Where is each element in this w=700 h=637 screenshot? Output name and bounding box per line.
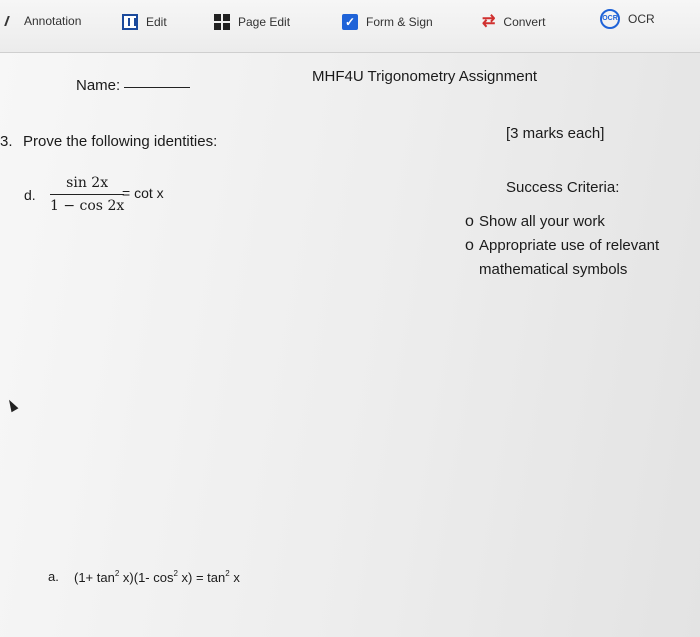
document-page: Name: MHF4U Trigonometry Assignment 3. P… <box>0 53 700 637</box>
criteria-item-3: mathematical symbols <box>479 261 628 278</box>
ocr-tool-button[interactable]: OCR OCR <box>600 9 655 29</box>
part-d-rhs: = cot x <box>122 185 164 201</box>
edit-icon <box>122 14 138 30</box>
annotation-tool-button[interactable]: Annotation <box>4 14 82 28</box>
convert-tool-label: Convert <box>503 15 546 29</box>
criteria-item-2: Appropriate use of relevant <box>479 237 660 254</box>
page-edit-tool-button[interactable]: Page Edit <box>214 14 290 30</box>
convert-tool-button[interactable]: ⇄ Convert <box>482 14 545 30</box>
part-d-label: d. <box>24 187 36 203</box>
page-edit-tool-label: Page Edit <box>238 15 291 29</box>
criteria-bullet: o <box>465 237 474 254</box>
part-d-numerator: sin 2x <box>50 175 125 195</box>
part-a-term-2: x)(1- cos <box>119 570 174 585</box>
part-a-term-3: x) = tan <box>177 570 226 585</box>
criteria-bullet: o <box>465 213 474 230</box>
mouse-cursor-icon <box>5 397 19 413</box>
part-a-term-1: (1+ tan <box>74 570 115 585</box>
name-blank-line <box>124 86 191 88</box>
form-sign-tool-button[interactable]: ✓ Form & Sign <box>342 14 433 30</box>
criteria-item-1: Show all your work <box>479 213 605 230</box>
form-sign-icon: ✓ <box>342 14 358 30</box>
part-a-term-4: x <box>229 570 240 585</box>
convert-icon: ⇄ <box>482 13 496 30</box>
toolbar: Annotation Edit Page Edit ✓ Form & Sign … <box>0 0 700 53</box>
form-sign-tool-label: Form & Sign <box>366 15 433 29</box>
part-d-fraction: sin 2x 1 − cos 2x <box>50 175 125 214</box>
page-edit-icon <box>214 14 230 30</box>
marks-label: [3 marks each] <box>506 125 605 142</box>
ocr-icon: OCR <box>600 9 620 29</box>
success-criteria-title: Success Criteria: <box>506 179 620 196</box>
assignment-title: MHF4U Trigonometry Assignment <box>312 68 538 85</box>
question-number: 3. <box>0 133 13 150</box>
annotation-tool-label: Annotation <box>24 14 82 28</box>
annotation-icon <box>4 16 18 26</box>
part-a-label: a. <box>48 569 59 584</box>
ocr-tool-label: OCR <box>628 12 655 26</box>
edit-tool-button[interactable]: Edit <box>122 14 167 30</box>
edit-tool-label: Edit <box>146 15 167 29</box>
part-d-denominator: 1 − cos 2x <box>50 198 125 214</box>
name-field: Name: <box>76 77 191 94</box>
name-label: Name: <box>76 77 121 94</box>
part-a-expression: (1+ tan2 x)(1- cos2 x) = tan2 x <box>74 569 240 585</box>
question-text: Prove the following identities: <box>23 133 218 150</box>
